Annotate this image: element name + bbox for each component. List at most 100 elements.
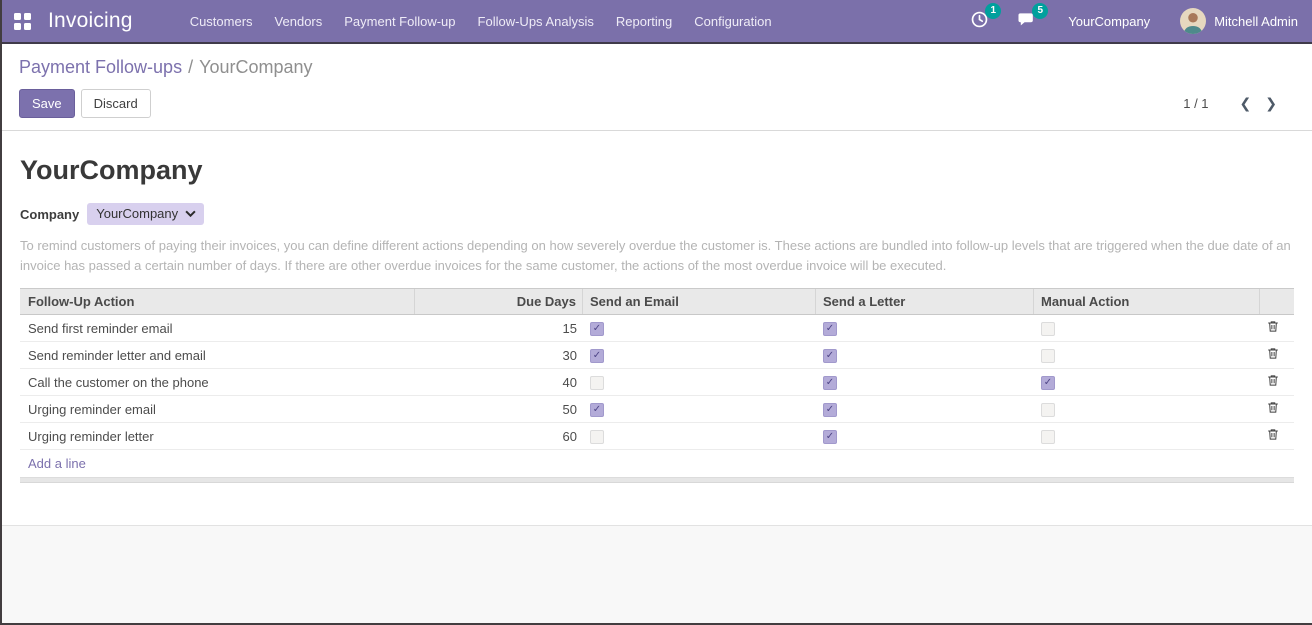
row-send-letter-cell: ✓ [816,320,1034,336]
column-header-due-days: Due Days [415,289,583,314]
delete-row-button[interactable] [1266,400,1280,418]
manual-action-checkbox[interactable] [1041,349,1055,363]
trash-icon [1266,427,1280,445]
row-manual-action-cell [1034,320,1260,336]
table-row[interactable]: Call the customer on the phone 40 ✓ ✓ [20,369,1294,396]
menu-item-vendors[interactable]: Vendors [264,8,334,35]
row-followup-action-cell[interactable]: Urging reminder letter [20,429,415,444]
trash-icon [1266,373,1280,391]
pager: 1 / 1 ❮ ❯ [1183,94,1284,114]
row-due-days-cell[interactable]: 15 [415,321,583,336]
add-a-line-link[interactable]: Add a line [28,456,86,471]
activities-button[interactable]: 1 [970,10,989,32]
breadcrumb-parent-link[interactable]: Payment Follow-ups [19,57,182,77]
user-menu[interactable]: Mitchell Admin [1180,8,1298,34]
control-panel-buttons-row: Save Discard 1 / 1 ❮ ❯ [19,89,1284,118]
add-line-row: Add a line [20,450,1294,477]
table-row[interactable]: Urging reminder email 50 ✓ ✓ [20,396,1294,423]
manual-action-checkbox[interactable]: ✓ [1041,376,1055,390]
row-send-email-cell: ✓ [583,347,816,363]
pager-next-button[interactable]: ❯ [1258,94,1284,114]
send-email-checkbox[interactable]: ✓ [590,403,604,417]
app-window: Invoicing CustomersVendorsPayment Follow… [0,0,1312,625]
send-email-checkbox[interactable] [590,376,604,390]
column-header-actions [1260,289,1294,314]
row-due-days-cell[interactable]: 30 [415,348,583,363]
column-header-send-a-letter: Send a Letter [816,289,1034,314]
delete-row-button[interactable] [1266,346,1280,364]
menu-item-reporting[interactable]: Reporting [605,8,683,35]
activity-count-badge: 1 [985,3,1001,19]
row-manual-action-cell: ✓ [1034,374,1260,390]
row-delete-cell [1260,346,1294,364]
discard-button[interactable]: Discard [81,89,151,118]
manual-action-checkbox[interactable] [1041,403,1055,417]
send-letter-checkbox[interactable]: ✓ [823,430,837,444]
row-followup-action-cell[interactable]: Send reminder letter and email [20,348,415,363]
delete-row-button[interactable] [1266,373,1280,391]
company-select-value: YourCompany [96,206,178,221]
row-due-days-cell[interactable]: 50 [415,402,583,417]
menu-item-follow-ups-analysis[interactable]: Follow-Ups Analysis [467,8,605,35]
send-letter-checkbox[interactable]: ✓ [823,403,837,417]
company-field-label: Company [20,207,79,222]
table-resize-bar[interactable] [20,477,1294,482]
trash-icon [1266,400,1280,418]
send-email-checkbox[interactable] [590,430,604,444]
pager-value[interactable]: 1 / 1 [1183,96,1208,111]
breadcrumb-current: YourCompany [199,57,312,77]
messages-button[interactable]: 5 [1017,10,1036,32]
menu-item-configuration[interactable]: Configuration [683,8,782,35]
row-send-letter-cell: ✓ [816,347,1034,363]
manual-action-checkbox[interactable] [1041,430,1055,444]
row-delete-cell [1260,373,1294,391]
page-title: YourCompany [20,155,1294,186]
row-followup-action-cell[interactable]: Urging reminder email [20,402,415,417]
row-delete-cell [1260,427,1294,445]
send-email-checkbox[interactable]: ✓ [590,349,604,363]
top-navbar: Invoicing CustomersVendorsPayment Follow… [2,0,1312,44]
delete-row-button[interactable] [1266,427,1280,445]
table-header-row: Follow-Up Action Due Days Send an Email … [20,288,1294,315]
sheet-bottom-spacer [20,483,1294,525]
form-sheet: YourCompany Company YourCompany To remin… [2,131,1312,525]
save-button[interactable]: Save [19,89,75,118]
row-manual-action-cell [1034,401,1260,417]
apps-menu-button[interactable] [14,13,31,30]
row-followup-action-cell[interactable]: Call the customer on the phone [20,375,415,390]
menu-item-customers[interactable]: Customers [179,8,264,35]
table-row[interactable]: Send first reminder email 15 ✓ ✓ [20,315,1294,342]
app-title[interactable]: Invoicing [48,9,133,33]
avatar [1180,8,1206,34]
company-select[interactable]: YourCompany [87,203,204,225]
row-followup-action-cell[interactable]: Send first reminder email [20,321,415,336]
row-delete-cell [1260,319,1294,337]
breadcrumb: Payment Follow-ups / YourCompany [19,54,1284,80]
row-due-days-cell[interactable]: 40 [415,375,583,390]
table-row[interactable]: Urging reminder letter 60 ✓ [20,423,1294,450]
company-switcher[interactable]: YourCompany [1068,14,1150,29]
apps-grid-icon [14,13,31,30]
table-row[interactable]: Send reminder letter and email 30 ✓ ✓ [20,342,1294,369]
main-menu: CustomersVendorsPayment Follow-upFollow-… [179,8,783,35]
menu-item-payment-follow-up[interactable]: Payment Follow-up [333,8,466,35]
send-letter-checkbox[interactable]: ✓ [823,322,837,336]
trash-icon [1266,319,1280,337]
row-manual-action-cell [1034,428,1260,444]
breadcrumb-separator: / [188,57,193,77]
delete-row-button[interactable] [1266,319,1280,337]
column-header-manual-action: Manual Action [1034,289,1260,314]
control-panel: Payment Follow-ups / YourCompany Save Disc… [2,44,1312,131]
send-letter-checkbox[interactable]: ✓ [823,349,837,363]
trash-icon [1266,346,1280,364]
row-due-days-cell[interactable]: 60 [415,429,583,444]
page-background [2,525,1312,623]
pager-previous-button[interactable]: ❮ [1233,94,1259,114]
manual-action-checkbox[interactable] [1041,322,1055,336]
send-letter-checkbox[interactable]: ✓ [823,376,837,390]
messages-count-badge: 5 [1032,3,1048,19]
row-manual-action-cell [1034,347,1260,363]
send-email-checkbox[interactable]: ✓ [590,322,604,336]
chevron-down-icon [185,210,196,217]
table-body: Send first reminder email 15 ✓ ✓ Send re… [20,315,1294,450]
